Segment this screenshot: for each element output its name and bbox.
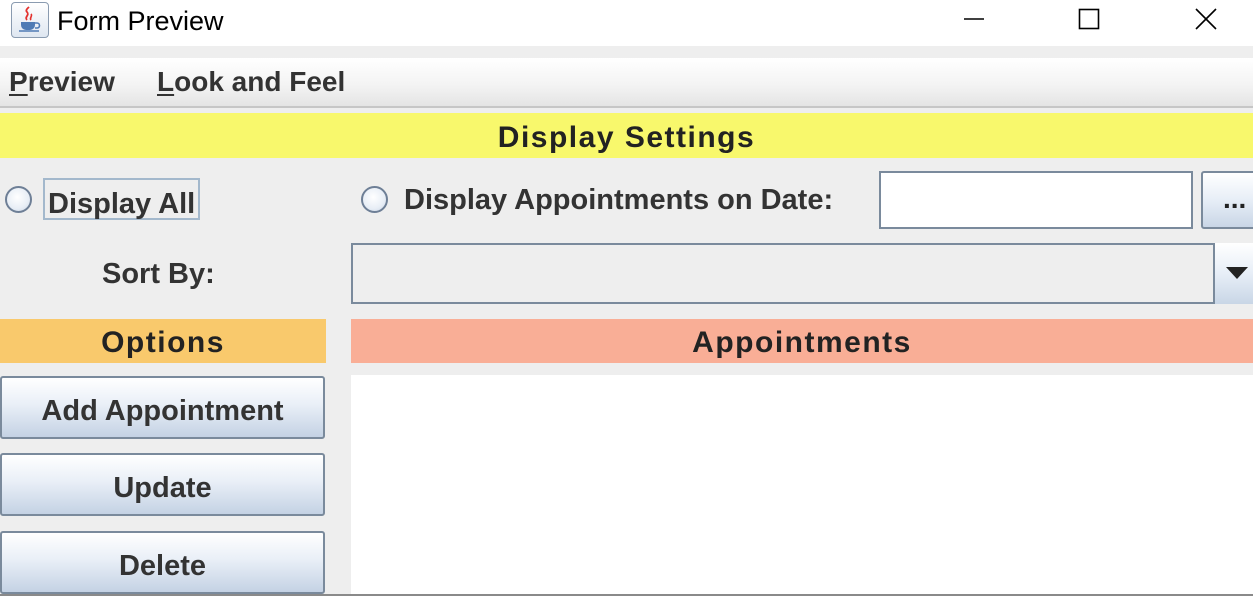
- java-coffee-cup-icon: [11, 2, 49, 38]
- menu-look-and-feel-mnemonic: L: [157, 66, 175, 97]
- display-all-label[interactable]: Display All: [43, 178, 201, 220]
- display-all-radio[interactable]: [5, 186, 32, 213]
- minimize-button[interactable]: [945, 0, 1003, 40]
- form-preview-window: Form Preview Preview Look and Feel Displ…: [0, 0, 1253, 596]
- delete-button[interactable]: Delete: [0, 531, 325, 594]
- menu-preview-mnemonic: P: [9, 66, 28, 97]
- window-title: Form Preview: [57, 6, 224, 36]
- menu-look-and-feel[interactable]: Look and Feel: [157, 66, 345, 98]
- date-picker-button-label: ...: [1223, 183, 1247, 214]
- sort-by-dropdown-button[interactable]: [1213, 243, 1253, 304]
- display-settings-header: Display Settings: [0, 113, 1253, 158]
- add-appointment-button[interactable]: Add Appointment: [0, 376, 325, 439]
- close-icon: [1195, 8, 1217, 30]
- maximize-icon: [1078, 8, 1100, 30]
- close-button[interactable]: [1177, 0, 1235, 40]
- menu-preview[interactable]: Preview: [9, 66, 115, 98]
- menu-look-and-feel-label-rest: ook and Feel: [174, 66, 346, 97]
- menu-preview-label-rest: review: [27, 66, 115, 97]
- update-button[interactable]: Update: [0, 453, 325, 516]
- appointments-list[interactable]: [351, 375, 1253, 594]
- options-header: Options: [0, 319, 326, 363]
- sort-by-combobox[interactable]: [351, 243, 1253, 304]
- menu-bar: Preview Look and Feel: [0, 58, 1253, 108]
- date-picker-button[interactable]: ...: [1201, 171, 1253, 229]
- maximize-button[interactable]: [1060, 0, 1118, 40]
- sort-by-label: Sort By:: [102, 258, 215, 290]
- appointments-header: Appointments: [351, 319, 1253, 363]
- display-on-date-label[interactable]: Display Appointments on Date:: [404, 184, 833, 217]
- display-on-date-radio[interactable]: [361, 186, 388, 213]
- title-bar: Form Preview: [0, 0, 1253, 46]
- chevron-down-icon: [1226, 267, 1248, 279]
- date-input[interactable]: [879, 171, 1193, 229]
- minimize-icon: [964, 18, 984, 20]
